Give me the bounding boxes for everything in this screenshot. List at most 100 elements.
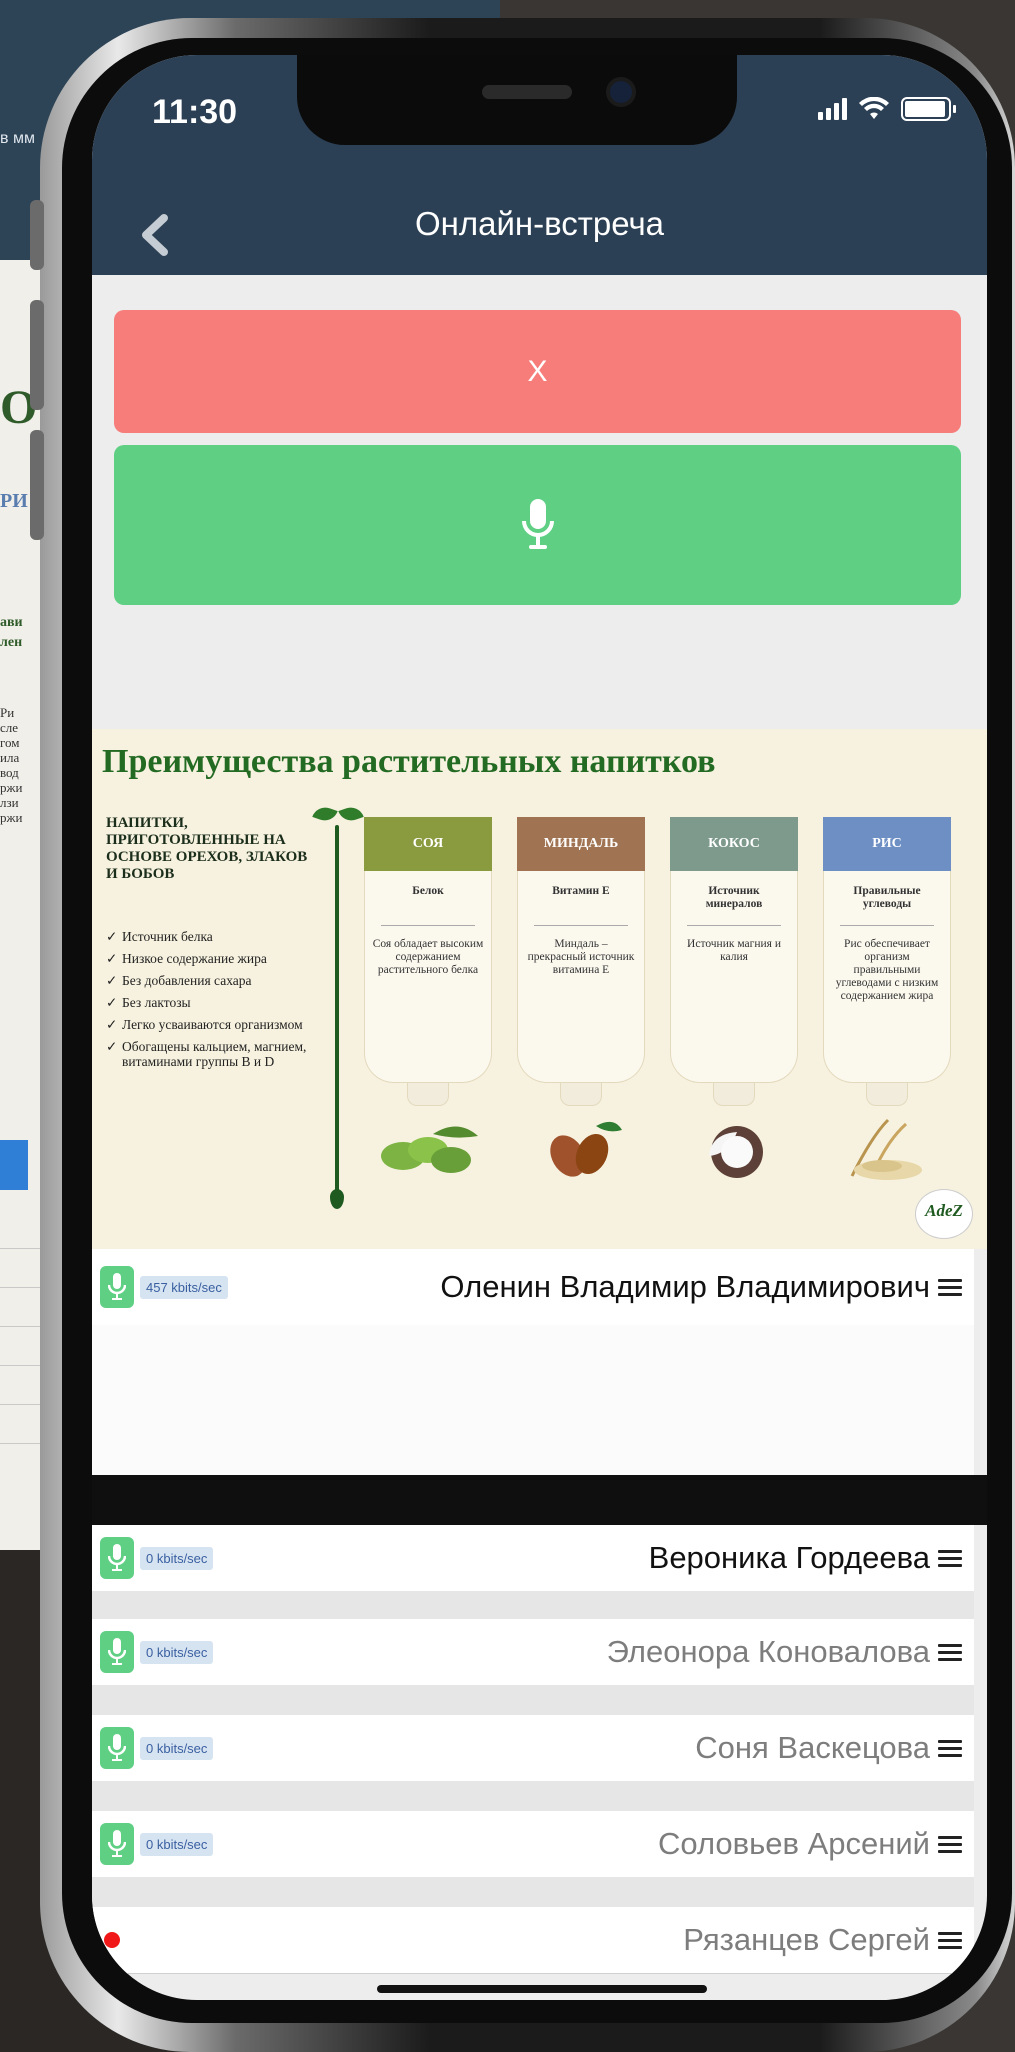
participant-row[interactable]: 0 kbits/sec Соня Васкецова [92,1715,974,1782]
phone-screen: 11:30 Онлайн-встреча X Преимущества раст… [92,55,987,2000]
bottle-benefit: Правильные углеводы [840,885,934,926]
participant-mic-icon [100,1631,134,1673]
shared-slide: Преимущества растительных напитков НАПИТ… [92,729,987,1249]
brand-logo: AdeZ [915,1189,973,1239]
sprout-leaf-icon [338,803,364,825]
soybean-icon [381,1126,478,1173]
battery-icon [901,97,956,121]
rice-icon [850,1118,922,1180]
bottle-description: Рис обеспечивает организм правильными уг… [835,938,939,1002]
background-snippet: ави [0,615,23,630]
participant-mic-icon [100,1727,134,1769]
bottle-label: МИНДАЛЬ [517,817,645,871]
bitrate-badge: 0 kbits/sec [140,1640,214,1664]
wifi-icon [859,97,889,119]
coconut-icon [709,1126,763,1178]
bitrate-badge: 0 kbits/sec [140,1546,214,1570]
bottle-label: КОКОС [670,817,798,871]
bitrate-badge: 0 kbits/sec [140,1736,214,1760]
participant-name: Соловьев Арсений [658,1826,930,1861]
video-placeholder [92,1325,974,1400]
slide-bullet: Низкое содержание жира [106,951,326,966]
slide-bullet: Обогащены кальцием, магнием, витаминами … [106,1039,326,1069]
status-time: 11:30 [152,93,238,131]
bottle-description: Миндаль – прекрасный источник витамина Е [527,938,635,976]
hamburger-menu-icon[interactable] [938,1736,962,1761]
background-snippet: сле [0,720,19,735]
participant-row[interactable]: Рязанцев Сергей [92,1907,974,1974]
bottle-benefit: Белок [381,885,475,926]
home-indicator [377,1985,707,1993]
participant-row[interactable]: 0 kbits/sec Элеонора Коновалова [92,1619,974,1686]
bottle-description: Соя обладает высоким содержанием растите… [372,938,484,976]
sprout-stem [335,825,339,1195]
row-gap [92,1877,974,1907]
participant-mic-icon [100,1266,134,1308]
row-gap [92,1781,974,1811]
hamburger-menu-icon[interactable] [938,1275,962,1300]
participant-mic-icon [100,1537,134,1579]
hamburger-menu-icon[interactable] [938,1928,962,1953]
slide-title: Преимущества растительных напитков [102,743,716,780]
hamburger-menu-icon[interactable] [938,1640,962,1665]
microphone-button[interactable] [114,445,961,605]
bottle-description: Источник магния и калия [687,938,781,963]
background-time: в мм [0,130,35,147]
participant-row[interactable]: 0 kbits/sec Соловьев Арсений [92,1811,974,1878]
bottle-label: РИС [823,817,951,871]
leave-call-button[interactable]: X [114,310,961,433]
notch [297,55,737,145]
sprout-drop [330,1189,344,1209]
bottle-benefit: Источник минералов [687,885,781,926]
row-gap [92,1685,974,1715]
status-icons [818,97,956,121]
microphone-icon [521,499,554,549]
background-button [0,1140,28,1190]
bottle-coconut: КОКОС Источник минералов Источник магния… [670,817,798,1178]
participant-row[interactable]: 0 kbits/sec Вероника Гордеева [92,1525,974,1592]
participant-name: Элеонора Коновалова [606,1634,930,1669]
top-bar: 11:30 Онлайн-встреча [92,55,987,275]
bottle-soy: СОЯ Белок Соя обладает высоким содержани… [364,817,492,1173]
background-snippet: вод [0,765,19,780]
bottle-rice: РИС Правильные углеводы Рис обеспечивает… [823,817,951,1180]
background-snippet: Ри [0,705,15,720]
participant-name: Вероника Гордеева [648,1540,930,1575]
bottle-label: СОЯ [364,817,492,871]
background-snippet: ржи [0,780,23,795]
bottle-almond: МИНДАЛЬ Витамин Е Миндаль – прекрасный и… [517,817,645,1177]
background-snippet: гом [0,735,20,750]
background-snippet: лзи [0,795,19,810]
offline-indicator-icon [104,1932,120,1948]
slide-bullet: Без добавления сахара [106,973,326,988]
slide-bullet: Без лактозы [106,995,326,1010]
participant-name: Соня Васкецова [695,1730,930,1765]
signal-icon [818,98,847,120]
participant-name: Рязанцев Сергей [683,1922,930,1957]
slide-bullet: Легко усваиваются организмом [106,1017,326,1032]
slide-bullet: Источник белка [106,929,326,944]
bitrate-badge: 457 kbits/sec [140,1275,228,1299]
background-snippet: ила [0,750,20,765]
active-speaker-row[interactable]: 457 kbits/sec Оленин Владимир Владимиров… [92,1249,974,1326]
earpiece [482,85,572,99]
volume-down-button [30,430,44,540]
mute-switch [30,200,44,270]
hamburger-menu-icon[interactable] [938,1546,962,1571]
almond-icon [550,1121,622,1177]
bitrate-badge: 0 kbits/sec [140,1832,214,1856]
background-snippet: РИ [0,490,28,512]
front-camera [610,81,632,103]
list-separator [92,1475,987,1525]
bottle-benefit: Витамин Е [534,885,628,926]
slide-bullet-list: Источник белка Низкое содержание жира Бе… [106,929,326,1076]
video-placeholder [92,1399,974,1476]
background-snippet: лен [0,635,23,650]
hamburger-menu-icon[interactable] [938,1832,962,1857]
background-snippet: ржи [0,810,23,825]
page-title: Онлайн-встреча [414,205,665,242]
row-gap [92,1591,974,1619]
participant-name: Оленин Владимир Владимирович [440,1269,930,1304]
slide-heading: НАПИТКИ, ПРИГОТОВЛЕННЫЕ НА ОСНОВЕ ОРЕХОВ… [106,815,308,882]
volume-up-button [30,300,44,410]
